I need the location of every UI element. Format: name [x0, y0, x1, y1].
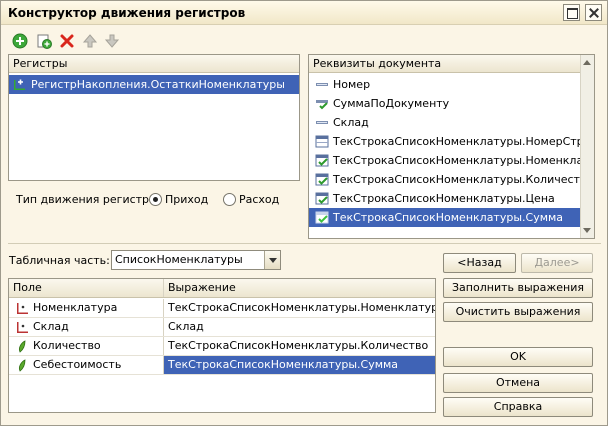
accumulation-register-icon — [14, 79, 25, 90]
tabular-part-value: СписокНоменклатуры — [115, 253, 243, 266]
registers-panel: Регистры РегистрНакопления.ОстаткиНоменк… — [8, 54, 300, 181]
tabular-part-select[interactable]: СписокНоменклатуры — [111, 250, 281, 270]
back-button[interactable]: <Назад — [443, 253, 516, 273]
row-expression[interactable]: ТекСтрокаСписокНоменклатуры.Номенклатура — [164, 299, 435, 317]
row-field: Склад — [33, 320, 69, 333]
radio-income-label[interactable]: Приход — [165, 193, 208, 206]
grid-header: Поле Выражение — [9, 279, 435, 298]
column-header-field[interactable]: Поле — [9, 279, 163, 298]
move-down-icon[interactable] — [104, 33, 120, 49]
dimension-icon — [17, 322, 28, 333]
next-button[interactable]: Далее> — [521, 253, 593, 273]
scroll-down-icon[interactable] — [583, 228, 591, 233]
requisite-item-label: Номер — [333, 78, 371, 91]
window-title: Конструктор движения регистров — [8, 6, 246, 20]
requisite-item[interactable]: Склад — [309, 113, 581, 132]
radio-expense[interactable] — [223, 193, 236, 206]
requisite-item[interactable]: СуммаПоДокументу — [309, 94, 581, 113]
move-up-icon[interactable] — [82, 33, 98, 49]
cancel-button[interactable]: Отмена — [443, 373, 593, 393]
table-attribute-check-icon — [315, 211, 329, 224]
requisites-header: Реквизиты документа — [309, 55, 594, 73]
help-button[interactable]: Справка — [443, 397, 593, 417]
requisite-item[interactable]: ТекСтрокаСписокНоменклатуры.Цена — [309, 189, 581, 208]
row-expression[interactable]: Склад — [164, 318, 435, 336]
section-divider — [8, 243, 601, 244]
table-row[interactable]: Себестоимость ТекСтрокаСписокНоменклатур… — [9, 356, 435, 375]
requisites-list: Номер СуммаПоДокументу Склад ТекСтрокаСп… — [309, 75, 594, 227]
requisite-item[interactable]: Номер — [309, 75, 581, 94]
dimension-icon — [17, 303, 28, 314]
row-expression[interactable]: ТекСтрокаСписокНоменклатуры.Сумма — [164, 356, 435, 374]
requisite-item-label: СуммаПоДокументу — [333, 97, 450, 110]
chevron-down-icon[interactable] — [264, 251, 280, 269]
requisite-item-label: ТекСтрокаСписокНоменклатуры.Сумма — [333, 211, 564, 224]
requisite-item-label: ТекСтрокаСписокНоменклатуры.Цена — [333, 192, 555, 205]
table-attribute-check-icon — [315, 154, 329, 167]
radio-income[interactable] — [149, 193, 162, 206]
requisite-item[interactable]: ТекСтрокаСписокНоменклатуры.Сумма — [309, 208, 581, 227]
dialog-window: Конструктор движения регистров Регистры … — [0, 0, 608, 426]
requisite-item[interactable]: ТекСтрокаСписокНоменклатуры.НомерСтроки — [309, 132, 594, 151]
row-field: Себестоимость — [33, 358, 122, 371]
title-bar: Конструктор движения регистров — [1, 1, 607, 25]
fill-expressions-button[interactable]: Заполнить выражения — [443, 278, 593, 298]
fields-grid: Поле Выражение Номенклатура ТекСтрокаСпи… — [8, 278, 436, 413]
requisite-item[interactable]: ТекСтрокаСписокНоменклатуры.Количество — [309, 170, 593, 189]
requisites-panel: Реквизиты документа Номер СуммаПоДокумен… — [308, 54, 595, 239]
requisite-item-label: Склад — [333, 116, 369, 129]
row-field: Номенклатура — [33, 301, 118, 314]
ok-button[interactable]: OK — [443, 347, 593, 367]
movement-type-label: Тип движения регистра: — [16, 193, 160, 206]
requisites-scrollbar[interactable] — [580, 55, 594, 238]
table-attribute-check-icon — [315, 192, 329, 205]
row-expression[interactable]: ТекСтрокаСписокНоменклатуры.Количество — [164, 337, 435, 355]
resource-icon — [18, 340, 26, 353]
requisite-item-label: ТекСтрокаСписокНоменклатуры.Номенклату..… — [333, 154, 595, 167]
radio-expense-label[interactable]: Расход — [239, 193, 279, 206]
table-row[interactable]: Склад Склад — [9, 318, 435, 337]
register-item[interactable]: РегистрНакопления.ОстаткиНоменклатуры — [9, 75, 299, 94]
attribute-icon — [316, 121, 328, 124]
table-row[interactable]: Количество ТекСтрокаСписокНоменклатуры.К… — [9, 337, 435, 356]
requisite-item[interactable]: ТекСтрокаСписокНоменклатуры.Номенклату..… — [309, 151, 594, 170]
attribute-icon — [316, 83, 328, 86]
delete-icon[interactable] — [59, 33, 75, 49]
maximize-icon[interactable] — [563, 4, 580, 21]
column-header-expression[interactable]: Выражение — [164, 279, 434, 298]
add-icon[interactable] — [12, 33, 28, 49]
table-attribute-check-icon — [315, 173, 329, 186]
attribute-check-icon — [316, 100, 328, 110]
tabular-part-label: Табличная часть: — [9, 254, 110, 267]
scroll-up-icon[interactable] — [583, 60, 591, 65]
clear-expressions-button[interactable]: Очистить выражения — [443, 302, 593, 322]
table-attribute-icon — [315, 135, 329, 148]
add-copy-icon[interactable] — [36, 33, 52, 49]
requisite-item-label: ТекСтрокаСписокНоменклатуры.Количество — [333, 173, 594, 186]
table-row[interactable]: Номенклатура ТекСтрокаСписокНоменклатуры… — [9, 299, 435, 318]
row-field: Количество — [33, 339, 101, 352]
register-item-label: РегистрНакопления.ОстаткиНоменклатуры — [31, 78, 285, 91]
resource-icon — [18, 359, 26, 372]
close-icon[interactable] — [585, 4, 602, 21]
registers-header: Регистры — [9, 55, 299, 73]
requisite-item-label: ТекСтрокаСписокНоменклатуры.НомерСтроки — [333, 135, 595, 148]
